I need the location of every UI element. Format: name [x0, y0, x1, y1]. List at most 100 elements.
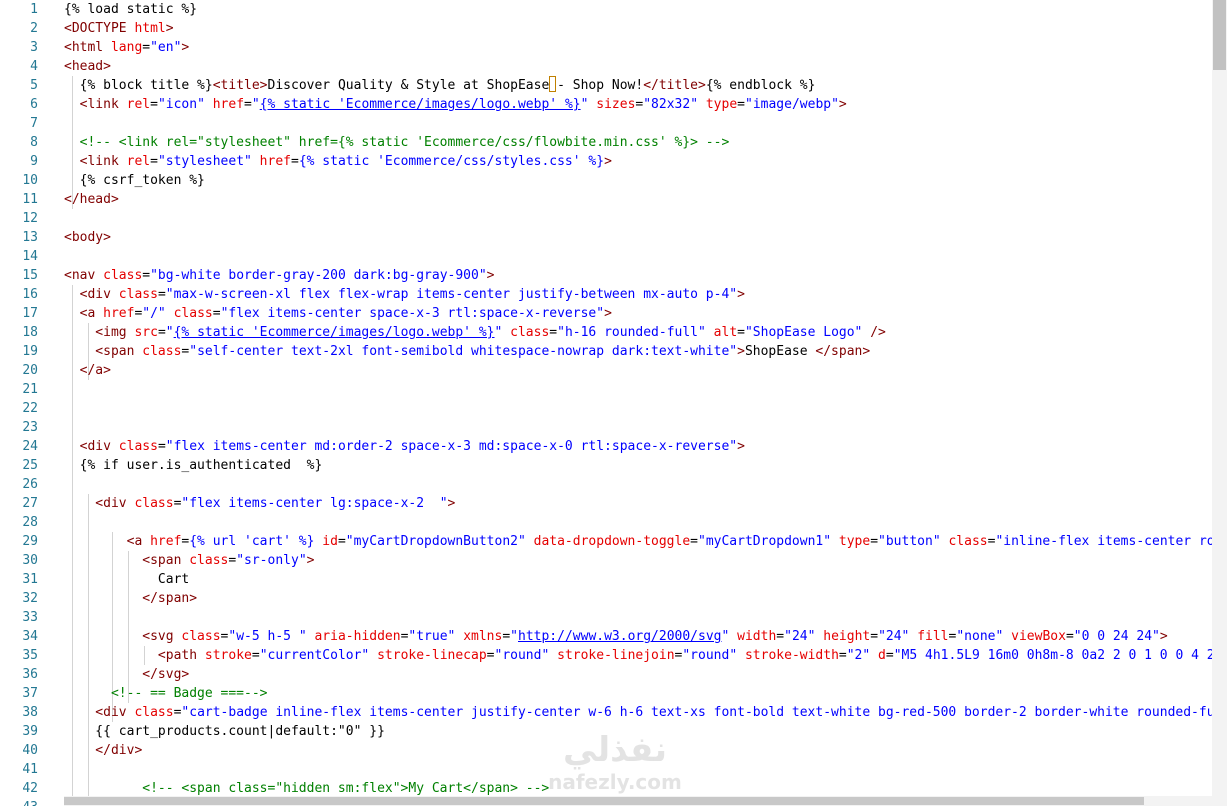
- code-token: sizes: [588, 97, 636, 112]
- code-token: =: [142, 268, 151, 283]
- code-line[interactable]: <body>: [64, 228, 111, 247]
- code-token: </svg>: [64, 667, 190, 682]
- code-line[interactable]: <link rel="stylesheet" href={% static 'E…: [64, 152, 612, 171]
- code-token: <nav: [64, 268, 104, 283]
- code-token: <div: [64, 705, 135, 720]
- vertical-scrollbar[interactable]: [1212, 0, 1227, 806]
- code-line[interactable]: <a href="/" class="flex items-center spa…: [64, 304, 612, 323]
- code-token: ": [251, 97, 260, 112]
- code-token: Cart: [64, 572, 190, 587]
- code-token: =: [291, 154, 299, 169]
- code-token: {% endblock %}: [705, 78, 816, 93]
- code-area[interactable]: {% load static %} <DOCTYPE html> <html lan…: [64, 0, 1212, 806]
- line-number: 8: [30, 135, 38, 150]
- code-line[interactable]: <nav class="bg-white border-gray-200 dar…: [64, 266, 494, 285]
- code-token: >: [604, 306, 612, 321]
- code-token: stroke-linecap: [369, 648, 487, 663]
- code-line[interactable]: <!-- <link rel="stylesheet" href={% stat…: [64, 133, 730, 152]
- code-token: =: [549, 325, 558, 340]
- line-number: 19: [22, 344, 38, 359]
- code-token: =: [142, 40, 151, 55]
- code-token: >: [447, 496, 456, 511]
- line-number-gutter: 1 2 3 4 5 6 7 8 9 10 11 12 13 14 15 16 17 18 19 20 21 22 23 24 2…: [0, 0, 48, 806]
- code-token: "0 0 24 24": [1073, 629, 1160, 644]
- line-number: 11: [22, 192, 38, 207]
- code-token: "myCartDropdown1": [698, 534, 832, 549]
- code-token: "2": [846, 648, 871, 663]
- line-number: 17: [22, 306, 38, 321]
- code-line[interactable]: <head>: [64, 57, 111, 76]
- code-token: =: [337, 534, 346, 549]
- code-token: <path: [64, 648, 205, 663]
- code-line[interactable]: {% csrf_token %}: [64, 171, 205, 190]
- code-line[interactable]: </head>: [64, 190, 119, 209]
- code-line[interactable]: <html lang="en">: [64, 38, 189, 57]
- horizontal-scrollbar[interactable]: [64, 796, 1212, 806]
- code-line[interactable]: <span class="self-center text-2xl font-s…: [64, 342, 870, 361]
- text-cursor: [549, 76, 556, 92]
- code-editor[interactable]: 1 2 3 4 5 6 7 8 9 10 11 12 13 14 15 16 17 18 19 20 21 22 23 24 2…: [0, 0, 1212, 806]
- code-line[interactable]: {{ cart_products.count|default:"0" }}: [64, 722, 385, 741]
- code-token: {% url 'cart' %}: [189, 534, 315, 549]
- code-token: "self-center text-2xl font-semibold whit…: [189, 344, 738, 359]
- code-line[interactable]: <div class="flex items-center lg:space-x…: [64, 494, 455, 513]
- code-token: href: [204, 97, 245, 112]
- code-line[interactable]: <link rel="icon" href="{% static 'Ecomme…: [64, 95, 847, 114]
- code-token: "button": [878, 534, 941, 549]
- line-number: 35: [22, 648, 38, 663]
- code-line[interactable]: <DOCTYPE html>: [64, 19, 174, 38]
- code-token: {% static 'Ecommerce/images/logo.webp' %…: [173, 325, 495, 340]
- code-token: =: [690, 534, 698, 549]
- code-token: stroke: [204, 648, 252, 663]
- line-number: 34: [22, 629, 38, 644]
- line-number: 24: [22, 439, 38, 454]
- code-token: "round": [494, 648, 550, 663]
- line-number: 37: [22, 686, 38, 701]
- code-line[interactable]: <svg class = "w-5 h-5 " aria-hidden = "true"…: [64, 627, 1167, 646]
- code-token: class: [134, 496, 174, 511]
- code-token: {% load static %}: [64, 2, 198, 17]
- line-number: 14: [22, 249, 38, 264]
- code-line[interactable]: </span>: [64, 589, 197, 608]
- code-line[interactable]: {% if user.is_authenticated %}: [64, 456, 323, 475]
- code-token: "image/webp": [745, 97, 839, 112]
- code-line[interactable]: </div>: [64, 741, 142, 760]
- line-number: 2: [30, 21, 38, 36]
- horizontal-scrollbar-thumb[interactable]: [64, 797, 1144, 805]
- code-line[interactable]: Cart: [64, 570, 189, 589]
- code-line[interactable]: <div class="flex items-center md:order-2…: [64, 437, 745, 456]
- code-token: xmlns: [455, 629, 503, 644]
- code-line[interactable]: <path stroke="currentColor" stroke-linec…: [64, 646, 1212, 665]
- line-number: 26: [22, 477, 38, 492]
- code-line[interactable]: <div class="max-w-screen-xl flex flex-wr…: [64, 285, 745, 304]
- vertical-scrollbar-thumb[interactable]: [1213, 0, 1226, 70]
- code-token: "cart-badge inline-flex items-center jus…: [181, 705, 1212, 720]
- code-token: width: [729, 629, 777, 644]
- code-line[interactable]: {% load static %}: [64, 0, 197, 19]
- code-line[interactable]: <div class="cart-badge inline-flex items…: [64, 703, 1212, 722]
- code-token: class: [142, 344, 182, 359]
- code-token: <span: [64, 344, 143, 359]
- code-line[interactable]: <!-- == Badge ===-->: [64, 684, 268, 703]
- code-token: "bg-white border-gray-200 dark:bg-gray-9…: [150, 268, 487, 283]
- code-token: href: [150, 534, 182, 549]
- line-number: 29: [22, 534, 38, 549]
- code-token: class: [103, 268, 143, 283]
- code-line[interactable]: <a href={% url 'cart' %} id="myCartDropd…: [64, 532, 1212, 551]
- code-token: "flex items-center space-x-3 rtl:space-x…: [220, 306, 605, 321]
- line-number: 15: [22, 268, 38, 283]
- code-token: "82x32": [643, 97, 699, 112]
- code-token: class: [189, 553, 229, 568]
- code-line[interactable]: <img src="{% static 'Ecommerce/images/lo…: [64, 323, 886, 342]
- code-line[interactable]: <span class="sr-only">: [64, 551, 314, 570]
- code-token: stroke-width: [737, 648, 839, 663]
- code-token: "/": [142, 306, 166, 321]
- code-token: <span: [64, 553, 190, 568]
- code-line[interactable]: </a>: [64, 361, 111, 380]
- code-token: class: [134, 705, 174, 720]
- code-token: <DOCTYPE: [64, 21, 135, 36]
- code-token: =: [838, 648, 847, 663]
- code-line[interactable]: {% block title %}<title>Discover Quality…: [64, 76, 816, 95]
- code-line[interactable]: </svg>: [64, 665, 189, 684]
- code-token: =: [1065, 629, 1074, 644]
